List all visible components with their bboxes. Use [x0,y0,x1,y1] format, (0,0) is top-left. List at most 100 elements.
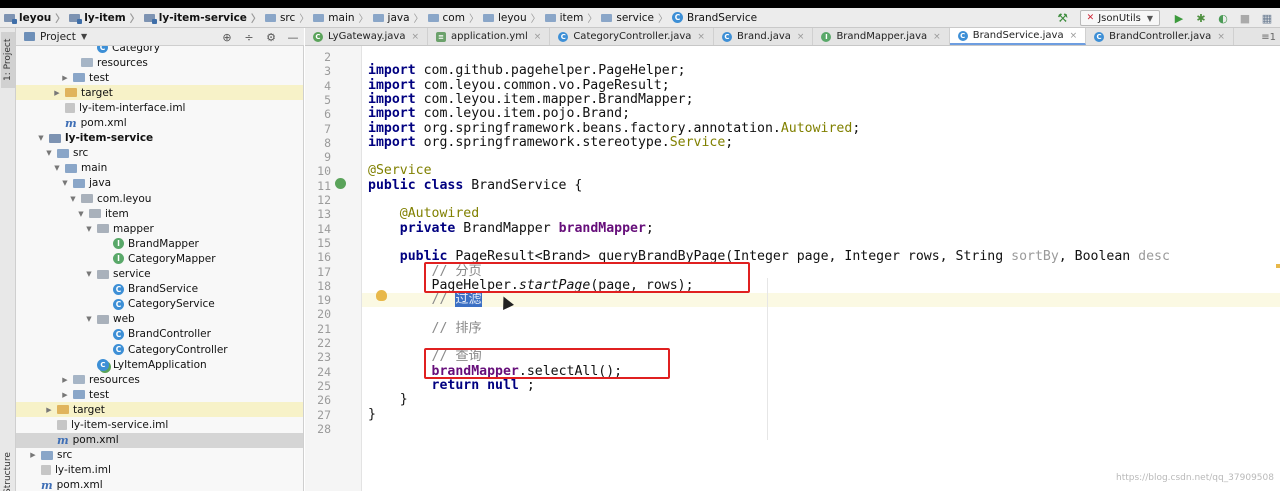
tab-overflow-button[interactable]: ≡1 [1261,28,1276,46]
spring-bean-icon[interactable] [335,178,346,189]
tree-item[interactable]: ▶ test [16,70,303,85]
run-icon[interactable]: ▶ [1170,10,1188,26]
hide-panel-icon[interactable]: — [286,30,300,44]
project-structure-icon[interactable]: ▦ [1258,10,1276,26]
lightbulb-icon[interactable] [376,290,387,301]
expand-arrow-icon[interactable]: ▼ [84,225,94,233]
tree-item[interactable]: ▼ com.leyou [16,191,303,206]
stop-icon[interactable]: ■ [1236,10,1254,26]
collapse-arrow-icon[interactable]: ▶ [60,391,70,399]
breadcrumb-item[interactable]: leyou 〉 [4,8,69,28]
collapse-arrow-icon[interactable]: ▶ [60,74,70,82]
breadcrumb-item[interactable]: ly-item-service 〉 [143,8,265,28]
gear-icon[interactable]: ⚙ [264,30,278,44]
tree-item[interactable]: ▶ test [16,387,303,402]
close-icon[interactable]: × [1217,32,1225,42]
tree-item[interactable]: C LyItemApplication [16,357,303,372]
tree-item[interactable]: ▼ service [16,267,303,282]
editor-tab[interactable]: C BrandController.java × [1086,28,1234,45]
expand-arrow-icon[interactable]: ▼ [60,179,70,187]
project-view-selector[interactable]: Project [40,31,76,43]
tree-item[interactable]: ▼ ly-item-service [16,131,303,146]
tree-item[interactable]: ▼ java [16,176,303,191]
editor-tab[interactable]: ≡ application.yml × [428,28,551,45]
tree-item[interactable]: m pom.xml [16,478,303,491]
tree-item[interactable]: ▶ target [16,85,303,101]
tree-item[interactable]: ▶ target [16,402,303,418]
collapse-arrow-icon[interactable]: ▶ [28,451,38,459]
breadcrumb-item[interactable]: ly-item 〉 [69,8,143,28]
line-number: 11 [317,178,331,193]
tree-item[interactable]: ly-item-service.iml [16,418,303,433]
project-tool-tab[interactable]: 1: Project [1,32,15,88]
tree-item[interactable]: C Category [16,46,303,55]
tree-item[interactable]: I CategoryMapper [16,251,303,266]
tree-item[interactable]: m pom.xml [16,116,303,131]
tree-item[interactable]: C CategoryController [16,342,303,357]
expand-arrow-icon[interactable]: ▼ [52,164,62,172]
breadcrumb-item[interactable]: item 〉 [544,8,602,28]
collapse-all-icon[interactable]: ÷ [242,30,256,44]
breadcrumb-item[interactable]: java 〉 [372,8,428,28]
breadcrumb-item[interactable]: service 〉 [601,8,672,28]
close-icon[interactable]: × [1070,31,1078,41]
tree-item[interactable]: C CategoryService [16,297,303,312]
tree-item[interactable]: ▼ item [16,206,303,221]
tree-item[interactable]: ▼ main [16,161,303,176]
expand-arrow-icon[interactable]: ▼ [84,315,94,323]
class-icon: C [672,12,683,23]
editor-tab[interactable]: C Brand.java × [714,28,814,45]
class-icon: C [113,344,124,355]
code-token: import [368,77,424,93]
close-icon[interactable]: × [797,32,805,42]
close-icon[interactable]: × [411,32,419,42]
tree-item[interactable]: ▶ resources [16,372,303,387]
tree-item[interactable]: ▶ src [16,448,303,463]
collapse-arrow-icon[interactable]: ▶ [60,376,70,384]
coverage-icon[interactable]: ◐ [1214,10,1232,26]
locate-icon[interactable]: ⊕ [220,30,234,44]
resources-folder-icon [81,58,93,68]
breadcrumb-item[interactable]: leyou 〉 [482,8,545,28]
expand-arrow-icon[interactable]: ▼ [68,195,78,203]
tree-item[interactable]: ly-item.iml [16,463,303,478]
expand-arrow-icon[interactable]: ▼ [84,270,94,278]
editor-tab[interactable]: I BrandMapper.java × [813,28,950,45]
tree-item[interactable]: resources [16,55,303,70]
chevron-down-icon[interactable]: ▼ [81,32,87,41]
breadcrumb-item[interactable]: com 〉 [427,8,483,28]
tree-item[interactable]: C BrandController [16,327,303,342]
tree-item[interactable]: ly-item-interface.iml [16,100,303,115]
editor-tab[interactable]: C BrandService.java × [949,28,1087,45]
breadcrumb-label: item [559,11,584,24]
collapse-arrow-icon[interactable]: ▶ [44,406,54,414]
expand-arrow-icon[interactable]: ▼ [76,210,86,218]
debug-icon[interactable]: ✱ [1192,10,1210,26]
build-hammer-icon[interactable]: ⚒ [1056,11,1070,25]
close-icon[interactable]: × [933,32,941,42]
tree-item[interactable]: ▼ web [16,312,303,327]
breadcrumb-item[interactable]: src 〉 [264,8,313,28]
close-icon[interactable]: × [534,32,542,42]
tree-item[interactable]: I BrandMapper [16,236,303,251]
expand-arrow-icon[interactable]: ▼ [36,134,46,142]
tree-item[interactable]: C BrandService [16,282,303,297]
structure-tool-tab[interactable]: Structure [1,452,15,491]
breadcrumb-item[interactable]: C BrandService [672,8,757,28]
code-line: } [368,407,376,422]
tree-item-label: src [57,449,73,462]
code-editor[interactable]: } } return null ; brandMapper.selectAll(… [362,46,1280,491]
line-number: 20 [317,307,331,322]
tree-item[interactable]: ▼ src [16,146,303,161]
code-line: } [368,393,408,407]
tree-item[interactable]: m pom.xml [16,432,303,448]
expand-arrow-icon[interactable]: ▼ [44,149,54,157]
collapse-arrow-icon[interactable]: ▶ [52,89,62,97]
tree-item-label: target [73,403,105,416]
editor-tab[interactable]: C LyGateway.java × [305,28,428,45]
tree-item[interactable]: ▼ mapper [16,221,303,236]
breadcrumb-item[interactable]: main 〉 [313,8,372,28]
run-configuration-select[interactable]: ✕ JsonUtils ▼ [1079,10,1160,26]
editor-tab[interactable]: C CategoryController.java × [550,28,714,45]
close-icon[interactable]: × [697,32,705,42]
